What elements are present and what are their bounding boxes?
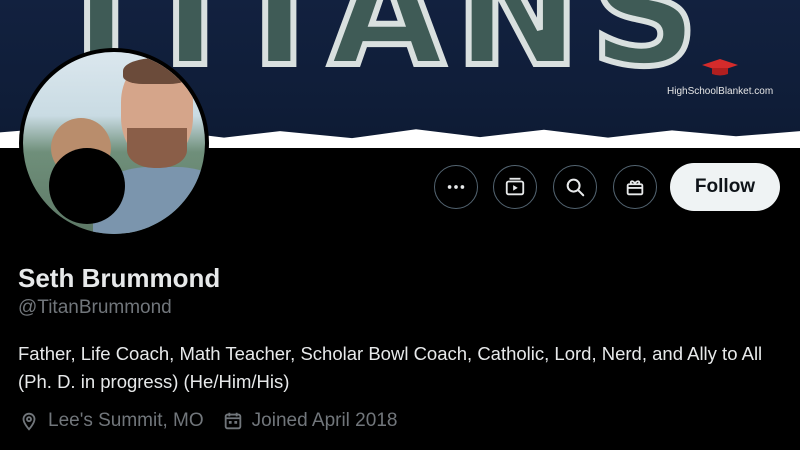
profile-joined: Joined April 2018 (222, 410, 398, 432)
profile-name: Seth Brummond (18, 263, 221, 293)
search-button[interactable] (553, 165, 597, 209)
joined-text: Joined April 2018 (251, 410, 398, 431)
redaction-circle (49, 148, 125, 224)
profile-meta: Lee's Summit, MO Joined April 2018 (18, 410, 415, 432)
more-button[interactable] (434, 165, 478, 209)
profile-bio: Father, Life Coach, Math Teacher, Schola… (18, 343, 763, 392)
avatar-photo (23, 52, 205, 234)
follow-button[interactable]: Follow (670, 163, 780, 211)
graduation-cap-icon (702, 59, 738, 76)
gift-icon (626, 180, 644, 196)
search-icon (566, 178, 585, 197)
avatar[interactable] (19, 48, 209, 238)
gift-button[interactable] (613, 165, 657, 209)
location-text: Lee's Summit, MO (48, 410, 204, 431)
media-icon (505, 177, 525, 196)
more-dots-icon (447, 185, 465, 189)
avatar-beard (127, 128, 187, 168)
profile-handle: @TitanBrummond (18, 297, 172, 318)
location-pin-icon (22, 412, 36, 431)
banner-watermark: HighSchoolBlanket.com (667, 86, 774, 97)
avatar-hair (123, 58, 189, 84)
media-button[interactable] (493, 165, 537, 209)
profile-location: Lee's Summit, MO (18, 410, 204, 432)
calendar-icon (224, 412, 241, 430)
